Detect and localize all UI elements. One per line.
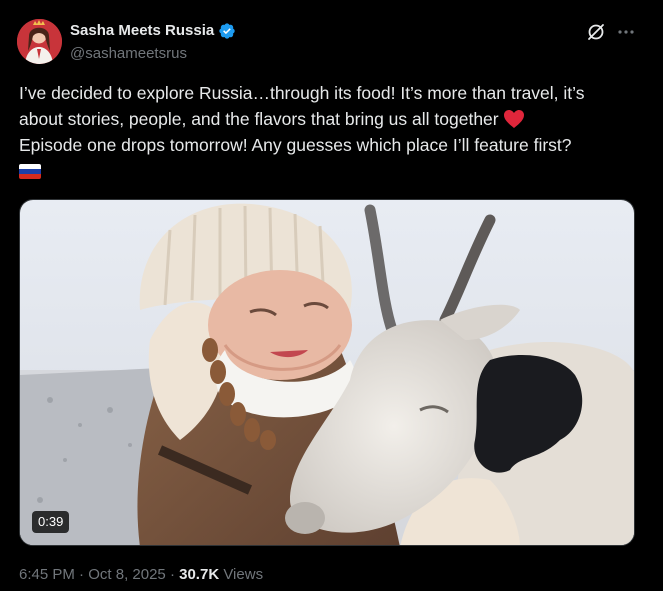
- tweet-time: 6:45 PM: [19, 566, 75, 583]
- grok-icon[interactable]: [586, 22, 606, 42]
- views-label: Views: [219, 566, 264, 583]
- tweet-text-line-2: about stories, people, and the flavors t…: [19, 106, 644, 132]
- author-avatar[interactable]: [17, 19, 62, 64]
- more-options-icon[interactable]: [616, 22, 636, 42]
- tweet-text-line-2-content: about stories, people, and the flavors t…: [19, 109, 504, 129]
- red-heart-emoji-icon: [503, 109, 525, 129]
- verified-badge-icon[interactable]: [218, 22, 236, 40]
- tweet-text: I’ve decided to explore Russia…through i…: [19, 80, 644, 184]
- tweet-timestamp-link[interactable]: 6:45 PM · Oct 8, 2025: [19, 566, 166, 583]
- video-duration-badge: 0:39: [32, 511, 70, 533]
- video-player[interactable]: 0:39: [19, 199, 635, 546]
- tweet-meta: 6:45 PM · Oct 8, 2025 · 30.7K Views: [19, 566, 263, 584]
- meta-separator: ·: [74, 566, 89, 583]
- meta-separator-2: ·: [165, 566, 180, 583]
- tweet-date: Oct 8, 2025: [88, 566, 166, 583]
- tweet-text-line-1: I’ve decided to explore Russia…through i…: [19, 83, 585, 103]
- author-display-name[interactable]: Sasha Meets Russia: [70, 22, 214, 40]
- author-handle[interactable]: @sashameetsrus: [70, 45, 187, 63]
- russia-flag-emoji-icon: [19, 164, 41, 179]
- tweet-text-line-3: Episode one drops tomorrow! Any guesses …: [19, 135, 572, 155]
- video-thumbnail: [20, 200, 634, 545]
- tweet-card: Sasha Meets Russia @sashameetsrus I’ve d…: [0, 0, 663, 591]
- author-name-row: Sasha Meets Russia: [70, 22, 236, 40]
- views-count[interactable]: 30.7K: [179, 566, 219, 583]
